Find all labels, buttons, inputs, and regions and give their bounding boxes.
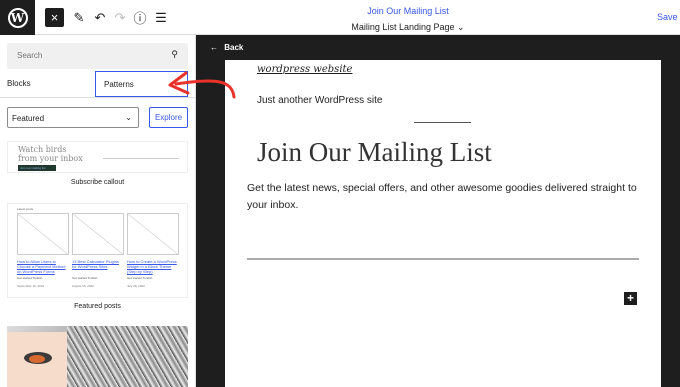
editor-canvas: ← Back wordpress website Just another Wo… (200, 35, 680, 387)
close-icon[interactable]: × (45, 8, 64, 27)
post-thumbnail-placeholder (127, 213, 179, 255)
post-date: August 15, 2022 (72, 284, 94, 288)
post-title: How to Allow Users to Choose a Payment M… (17, 259, 66, 274)
preview-button: Join our mailing list (18, 165, 56, 171)
tabs-divider (0, 97, 195, 98)
wordpress-logo-icon: W (7, 7, 28, 28)
preview-divider (103, 158, 179, 159)
tab-patterns-label: Patterns (104, 80, 134, 89)
chevron-down-icon: ⌄ (125, 113, 132, 122)
add-block-icon[interactable]: + (624, 292, 637, 305)
search-placeholder: Search (17, 51, 43, 60)
block-inserter-sidebar: Search ⚲ Blocks Patterns Featured ⌄ Expl… (0, 35, 196, 387)
tab-patterns[interactable]: Patterns (95, 71, 188, 97)
pattern-preview-bird-image[interactable] (7, 326, 188, 387)
separator-long[interactable] (247, 258, 639, 260)
save-draft-button[interactable]: Save d (657, 12, 680, 22)
pattern-caption: Subscribe callout (70, 179, 125, 186)
separator-short[interactable] (414, 122, 471, 123)
post-title: How to Create a WordPress Widget in a Bl… (127, 259, 177, 274)
search-icon: ⚲ (171, 49, 178, 59)
post-thumbnail-placeholder (17, 213, 69, 255)
chevron-down-icon: ⌄ (457, 22, 465, 32)
pattern-caption: Featured posts (74, 303, 121, 310)
page-preview[interactable]: wordpress website Just another WordPress… (225, 60, 661, 387)
document-title[interactable]: Join Our Mailing List (300, 6, 516, 16)
back-button[interactable]: ← Back (210, 43, 243, 52)
list-view-icon[interactable]: ☰ (154, 8, 168, 27)
pattern-category-select[interactable]: Featured ⌄ (7, 107, 139, 128)
site-tagline[interactable]: Just another WordPress site (257, 95, 382, 106)
back-label: Back (224, 43, 244, 52)
pattern-preview-featured-posts[interactable]: Latest posts How to Allow Users to Choos… (7, 203, 188, 298)
site-title-link[interactable]: wordpress website (257, 64, 352, 75)
template-label: Mailing List Landing Page (351, 22, 455, 32)
preview-heading: Watch birds from your inbox (18, 145, 83, 163)
template-selector[interactable]: Mailing List Landing Page ⌄ (300, 22, 516, 33)
wordpress-logo-button[interactable]: W (0, 0, 35, 35)
post-thumbnail-placeholder (72, 213, 124, 255)
arrow-left-icon: ← (210, 43, 218, 52)
search-input[interactable]: Search ⚲ (7, 43, 188, 69)
pattern-preview-subscribe-callout[interactable]: Watch birds from your inbox Join our mai… (7, 141, 188, 173)
editor-topbar: W × ✎ ↶ ↷ ⓘ ☰ Join Our Mailing List Mail… (0, 0, 680, 35)
undo-icon[interactable]: ↶ (93, 8, 107, 27)
preview-label: Latest posts (17, 207, 34, 211)
post-meta: Get started Turkish (17, 276, 43, 280)
redo-icon[interactable]: ↷ (113, 8, 127, 27)
explore-button[interactable]: Explore (149, 107, 188, 128)
post-meta: Get started Turkish (72, 276, 98, 280)
post-date: September 19, 2022 (17, 284, 45, 288)
preview-image-leaves (67, 326, 188, 387)
info-icon[interactable]: ⓘ (133, 8, 147, 27)
bird-illustration-belly (29, 355, 45, 363)
page-paragraph[interactable]: Get the latest news, special offers, and… (247, 180, 651, 214)
page-heading[interactable]: Join Our Mailing List (257, 137, 492, 168)
tab-blocks[interactable]: Blocks (7, 79, 31, 88)
document-title-area[interactable]: Join Our Mailing List Mailing List Landi… (300, 6, 516, 33)
post-date: July 28, 2022 (127, 284, 145, 288)
post-title: 13 Best Calculator Plugins for WordPress… (72, 259, 119, 269)
category-value: Featured (12, 114, 45, 123)
post-meta: Get started Turkish (127, 276, 153, 280)
pencil-icon[interactable]: ✎ (72, 8, 86, 27)
